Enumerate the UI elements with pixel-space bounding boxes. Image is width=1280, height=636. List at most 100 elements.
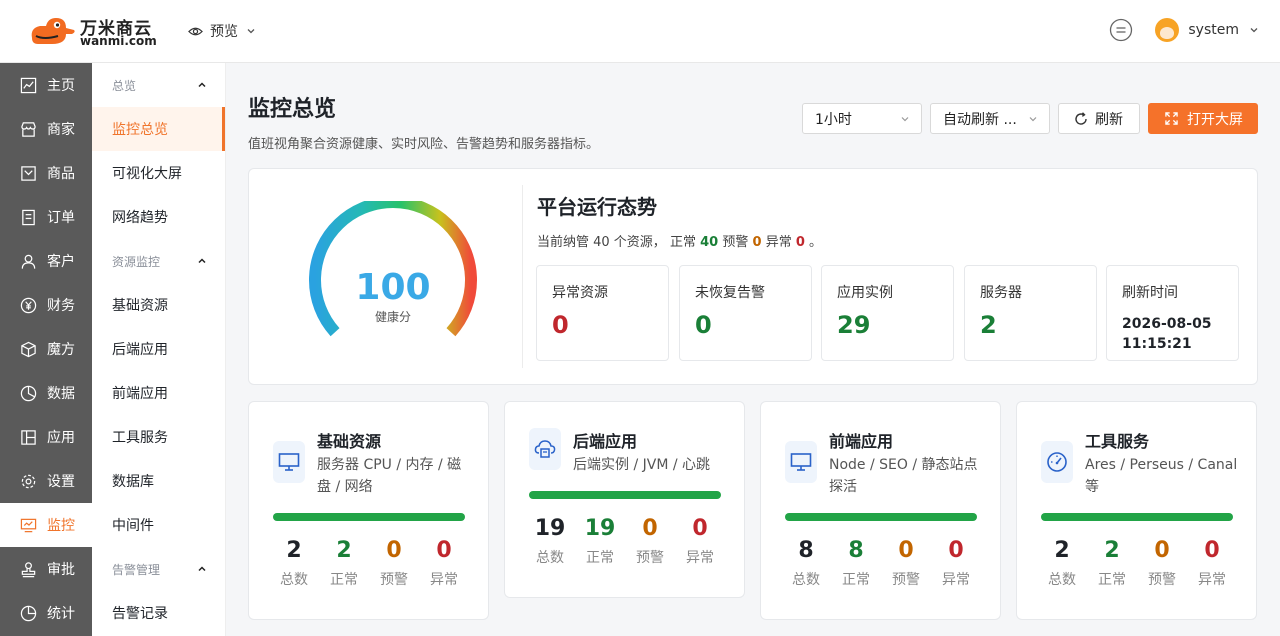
card-stats: 2 总数 2 正常 0 预警 0 异常	[269, 538, 469, 589]
stat-servers[interactable]: 服务器 2	[964, 265, 1097, 361]
error-count: 0	[948, 538, 964, 563]
subnav-item-backend-app[interactable]: 后端应用	[92, 327, 225, 371]
chevron-up-icon	[198, 566, 206, 572]
sidebar-item-approval[interactable]: 审批	[0, 547, 92, 591]
summary-normal-label: 正常	[669, 235, 696, 250]
sidebar-item-data[interactable]: 数据	[0, 371, 92, 415]
time-range-select[interactable]: 1小时	[802, 103, 922, 134]
health-score-label: 健康分	[374, 310, 411, 324]
stat-value: 0	[695, 311, 712, 339]
refresh-button[interactable]: 刷新	[1058, 103, 1140, 134]
eye-icon	[188, 27, 203, 35]
card-base-resource[interactable]: 基础资源 服务器 CPU / 内存 / 磁盘 / 网络 2 总数 2 正常 0 预警 …	[248, 401, 489, 620]
gear-icon	[21, 474, 36, 488]
card-tool-service[interactable]: 工具服务 Ares / Perseus / Canal 等 2 总数 2 正常 0 预…	[1016, 401, 1257, 620]
sidebar-item-stats[interactable]: 统计	[0, 591, 92, 635]
sidebar-item-label: 审批	[47, 562, 75, 578]
card-stats: 2 总数 2 正常 0 预警 0 异常	[1037, 538, 1237, 589]
subnav-group-overview[interactable]: 总览	[92, 63, 225, 107]
normal-label: 正常	[842, 572, 870, 588]
refresh-icon	[1075, 111, 1087, 125]
subnav-item-monitor-overview[interactable]: 监控总览	[92, 107, 225, 151]
card-title: 前端应用	[829, 432, 894, 451]
fullscreen-icon	[1165, 112, 1178, 125]
auto-refresh-select[interactable]: 自动刷新 ...	[930, 103, 1050, 134]
top-right-actions: system	[1109, 18, 1260, 42]
sidebar-item-label: 监控	[47, 518, 75, 534]
sidebar-item-product[interactable]: 商品	[0, 151, 92, 195]
monitor-icon	[20, 518, 37, 532]
gauge-icon	[1047, 452, 1067, 472]
subnav-item-big-screen[interactable]: 可视化大屏	[92, 151, 225, 195]
sidebar-item-monitor[interactable]: 监控	[0, 503, 92, 547]
subnav-item-middleware[interactable]: 中间件	[92, 503, 225, 547]
sidebar-item-label: 财务	[47, 298, 75, 314]
sidebar-item-label: 设置	[47, 474, 75, 490]
overview-title: 平台运行态势	[537, 195, 657, 219]
stats-icon	[20, 605, 37, 621]
summary-error-count: 0	[795, 235, 805, 250]
card-desc: 后端实例 / JVM / 心跳	[573, 457, 711, 473]
primary-sidebar: 主页 商家 商品 订单 客户 财务 魔方 数据 应用 设置 监控 审批 统计	[0, 63, 92, 636]
top-bar: 万米商云 wanmi.com 预览 system	[0, 0, 1280, 63]
card-frontend-app[interactable]: 前端应用 Node / SEO / 静态站点探活 8 总数 8 正常 0 预警 0 异常	[760, 401, 1001, 620]
sidebar-item-label: 魔方	[47, 342, 75, 358]
subnav-item-alert-records[interactable]: 告警记录	[92, 591, 225, 635]
total-count: 2	[1054, 538, 1070, 563]
subnav-item-base-resource[interactable]: 基础资源	[92, 283, 225, 327]
card-desc: Ares / Perseus / Canal 等	[1085, 457, 1238, 495]
sidebar-item-label: 主页	[47, 78, 75, 94]
overview-divider	[522, 185, 523, 368]
preview-dropdown[interactable]: 预览	[188, 19, 257, 43]
normal-count: 19	[584, 516, 616, 541]
sidebar-item-finance[interactable]: 财务	[0, 283, 92, 327]
stat-app-instances[interactable]: 应用实例 29	[821, 265, 954, 361]
subnav-item-tool-service[interactable]: 工具服务	[92, 415, 225, 459]
health-bar	[1041, 513, 1233, 521]
message-icon[interactable]	[1109, 18, 1133, 42]
chevron-down-icon	[1029, 117, 1037, 122]
sidebar-item-label: 统计	[47, 606, 75, 622]
sidebar-item-cube[interactable]: 魔方	[0, 327, 92, 371]
chevron-down-icon	[247, 29, 255, 34]
chart-icon	[20, 77, 37, 93]
warn-count: 0	[386, 538, 402, 563]
product-icon	[21, 165, 36, 181]
total-label: 总数	[536, 550, 564, 566]
stat-abnormal-resources[interactable]: 异常资源 0	[536, 265, 669, 361]
sidebar-item-order[interactable]: 订单	[0, 195, 92, 239]
subnav-item-frontend-app[interactable]: 前端应用	[92, 371, 225, 415]
preview-label: 预览	[210, 24, 238, 40]
sidebar-item-customer[interactable]: 客户	[0, 239, 92, 283]
sidebar-item-app[interactable]: 应用	[0, 415, 92, 459]
open-big-screen-button[interactable]: 打开大屏	[1148, 103, 1258, 134]
stat-value: 0	[552, 311, 569, 339]
stat-unresolved-alerts[interactable]: 未恢复告警 0	[679, 265, 812, 361]
sidebar-item-home[interactable]: 主页	[0, 63, 92, 107]
sidebar-item-merchant[interactable]: 商家	[0, 107, 92, 151]
normal-count: 2	[1104, 538, 1120, 563]
secondary-sidebar: 总览 监控总览 可视化大屏 网络趋势 资源监控 基础资源 后端应用 前端应用 工…	[92, 63, 226, 636]
chevron-down-icon	[1250, 28, 1258, 33]
brand-logo[interactable]: 万米商云 wanmi.com	[28, 14, 157, 48]
user-name: system	[1188, 22, 1239, 38]
stat-value: 29	[837, 311, 871, 339]
stat-label: 未恢复告警	[695, 285, 765, 301]
sidebar-item-settings[interactable]: 设置	[0, 459, 92, 503]
summary-warn-count: 0	[752, 235, 762, 250]
summary-prefix: 当前纳管 40 个资源，	[537, 235, 666, 250]
error-label: 异常	[1198, 572, 1226, 588]
overview-summary: 当前纳管 40 个资源， 正常 40 预警 0 异常 0 。	[537, 231, 822, 250]
subnav-item-database[interactable]: 数据库	[92, 459, 225, 503]
user-menu[interactable]: system	[1155, 18, 1260, 42]
sidebar-item-label: 商家	[47, 122, 75, 138]
subnav-item-network-trend[interactable]: 网络趋势	[92, 195, 225, 239]
card-backend-app[interactable]: 后端应用 后端实例 / JVM / 心跳 19 总数 19 正常 0 预警 0 异常	[504, 401, 745, 598]
page-title: 监控总览	[248, 97, 337, 122]
chevron-up-icon	[198, 82, 206, 88]
chevron-up-icon	[198, 258, 206, 264]
subnav-group-alert[interactable]: 告警管理	[92, 547, 225, 591]
sidebar-item-label: 商品	[47, 166, 75, 182]
card-icon-box	[785, 441, 817, 483]
subnav-group-resource[interactable]: 资源监控	[92, 239, 225, 283]
